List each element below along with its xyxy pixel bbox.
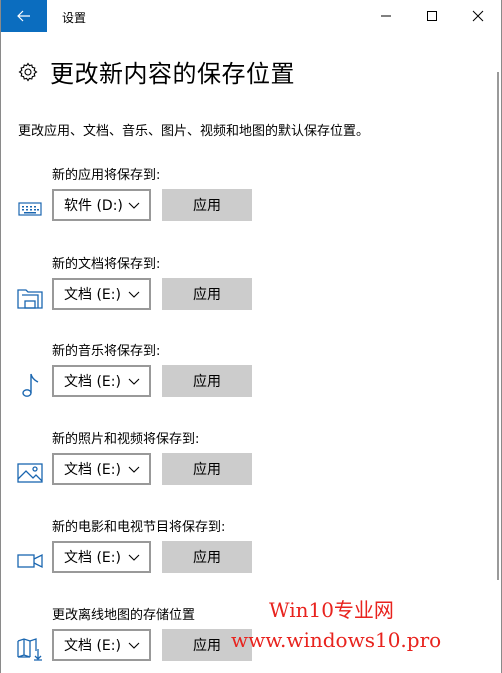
close-icon xyxy=(472,10,484,22)
apply-button[interactable]: 应用 xyxy=(162,453,252,485)
apply-button[interactable]: 应用 xyxy=(162,278,252,310)
page-content: 更改新内容的保存位置 更改应用、文档、音乐、图片、视频和地图的默认保存位置。 新… xyxy=(1,32,501,673)
folder-document-icon xyxy=(15,283,45,313)
chevron-down-icon xyxy=(128,642,140,649)
watermark-url: www.windows10.pro xyxy=(231,628,442,652)
page-description: 更改应用、文档、音乐、图片、视频和地图的默认保存位置。 xyxy=(18,124,370,139)
setting-label: 新的应用将保存到: xyxy=(52,168,161,183)
page-title: 更改新内容的保存位置 xyxy=(50,60,295,88)
back-arrow-icon xyxy=(17,10,30,22)
chevron-down-icon xyxy=(128,202,140,209)
keyboard-icon xyxy=(15,194,45,224)
picture-icon xyxy=(15,458,45,488)
setting-label: 新的电影和电视节目将保存到: xyxy=(52,520,226,535)
back-button[interactable] xyxy=(1,0,47,32)
close-button[interactable] xyxy=(455,0,501,32)
setting-documents: 新的文档将保存到: 文档 (E:) 应用 xyxy=(1,253,501,337)
setting-label: 新的文档将保存到: xyxy=(52,257,161,272)
settings-window: 设置 更改新内容的保存位置 更改应用、文档、音乐、图片、视频和地图的默认保存位置… xyxy=(0,0,502,673)
drive-select[interactable]: 文档 (E:) xyxy=(52,541,151,573)
watermark-site-name: Win10专业网 xyxy=(269,598,394,622)
setting-apps: 新的应用将保存到: 软件 (D:) 应用 xyxy=(1,164,501,248)
drive-select[interactable]: 软件 (D:) xyxy=(52,189,151,221)
setting-label: 新的音乐将保存到: xyxy=(52,344,161,359)
drive-select[interactable]: 文档 (E:) xyxy=(52,365,151,397)
page-header: 更改新内容的保存位置 xyxy=(18,54,295,89)
drive-select-value: 文档 (E:) xyxy=(64,638,121,654)
map-download-icon xyxy=(15,634,45,664)
scrollbar[interactable] xyxy=(497,72,499,580)
setting-label: 更改离线地图的存储位置 xyxy=(52,608,196,623)
setting-music: 新的音乐将保存到: 文档 (E:) 应用 xyxy=(1,340,501,424)
drive-select[interactable]: 文档 (E:) xyxy=(52,453,151,485)
gear-icon xyxy=(18,62,38,81)
drive-select-value: 文档 (E:) xyxy=(64,550,121,566)
video-camera-icon xyxy=(15,546,45,576)
minimize-icon xyxy=(381,15,391,17)
drive-select-value: 文档 (E:) xyxy=(64,462,121,478)
apply-button[interactable]: 应用 xyxy=(162,541,252,573)
chevron-down-icon xyxy=(128,291,140,298)
setting-movies-tv: 新的电影和电视节目将保存到: 文档 (E:) 应用 xyxy=(1,516,501,600)
music-note-icon xyxy=(15,370,45,400)
minimize-button[interactable] xyxy=(363,0,409,32)
chevron-down-icon xyxy=(128,378,140,385)
apply-button[interactable]: 应用 xyxy=(162,189,252,221)
drive-select-value: 软件 (D:) xyxy=(64,198,123,214)
chevron-down-icon xyxy=(128,554,140,561)
drive-select-value: 文档 (E:) xyxy=(64,287,121,303)
apply-button[interactable]: 应用 xyxy=(162,365,252,397)
chevron-down-icon xyxy=(128,466,140,473)
drive-select[interactable]: 文档 (E:) xyxy=(52,629,151,661)
drive-select-value: 文档 (E:) xyxy=(64,374,121,390)
setting-label: 新的照片和视频将保存到: xyxy=(52,432,200,447)
setting-photos-videos: 新的照片和视频将保存到: 文档 (E:) 应用 xyxy=(1,428,501,512)
maximize-icon xyxy=(427,11,437,21)
drive-select[interactable]: 文档 (E:) xyxy=(52,278,151,310)
title-bar: 设置 xyxy=(1,0,501,32)
maximize-button[interactable] xyxy=(409,0,455,32)
window-title: 设置 xyxy=(62,11,87,25)
